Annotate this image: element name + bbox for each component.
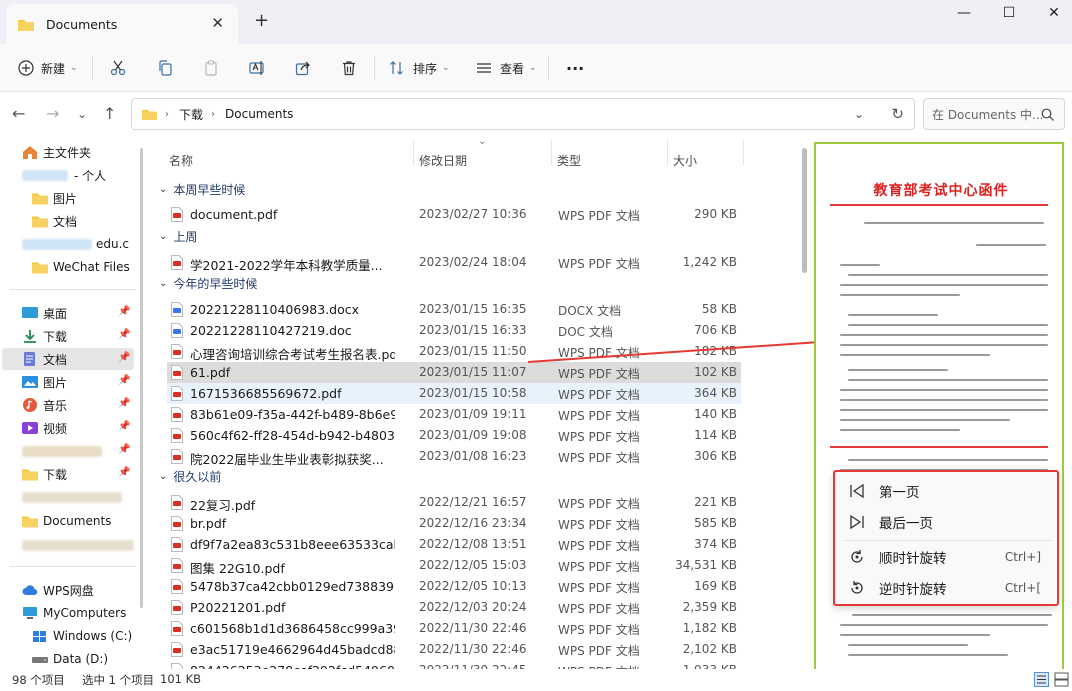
menu-item-rotate-clockwise[interactable]: 顺时针旋转 Ctrl+] bbox=[849, 544, 1049, 570]
preview-text-line bbox=[848, 369, 948, 371]
preview-text-line bbox=[840, 264, 880, 266]
status-bar: 98 个项目 选中 1 个项目 101 KB bbox=[0, 669, 1072, 691]
menu-item-last-page[interactable]: 最后一页 bbox=[849, 509, 1049, 535]
tiles-view-icon[interactable] bbox=[1054, 672, 1069, 687]
preview-text-line bbox=[848, 459, 1048, 461]
preview-text-line bbox=[840, 344, 1048, 346]
preview-text-line bbox=[840, 409, 1048, 411]
shortcut-label: Ctrl+[ bbox=[1004, 581, 1041, 595]
preview-text-line bbox=[976, 244, 1046, 246]
preview-text-line bbox=[840, 419, 1010, 421]
menu-item-label: 逆时针旋转 bbox=[879, 582, 947, 598]
preview-text-line bbox=[840, 624, 1048, 626]
menu-item-label: 最后一页 bbox=[879, 516, 933, 532]
preview-text-line bbox=[840, 334, 1048, 336]
preview-text-line bbox=[840, 634, 990, 636]
shortcut-label: Ctrl+] bbox=[1004, 550, 1041, 564]
rotate-clockwise-icon bbox=[851, 550, 863, 563]
preview-text-line bbox=[840, 399, 1048, 401]
preview-text-line bbox=[840, 429, 960, 431]
preview-text-line bbox=[848, 314, 938, 316]
rotate-counterclockwise-icon bbox=[851, 581, 863, 594]
preview-text-line bbox=[848, 379, 1048, 381]
preview-text-line bbox=[848, 644, 968, 646]
item-count: 98 个项目 bbox=[12, 673, 65, 687]
selected-count: 选中 1 个项目 bbox=[82, 673, 155, 687]
preview-text-line bbox=[848, 324, 1048, 326]
preview-text-line bbox=[840, 389, 1048, 391]
menu-item-label: 顺时针旋转 bbox=[879, 551, 947, 567]
preview-text-line bbox=[852, 614, 1052, 616]
selected-size: 101 KB bbox=[160, 672, 202, 686]
preview-text-line bbox=[840, 354, 990, 356]
menu-separator bbox=[843, 540, 1053, 541]
menu-item-label: 第一页 bbox=[879, 485, 920, 501]
preview-text-line bbox=[848, 654, 1008, 656]
preview-text-line bbox=[840, 294, 960, 296]
details-view-icon[interactable] bbox=[1034, 672, 1049, 687]
preview-text-line bbox=[840, 284, 1048, 286]
menu-item-rotate-counterclockwise[interactable]: 逆时针旋转 Ctrl+[ bbox=[849, 575, 1049, 601]
menu-item-first-page[interactable]: 第一页 bbox=[849, 478, 1049, 504]
context-menu: 第一页 最后一页 顺时针旋转 Ctrl+] 逆时针旋转 Ctrl+[ bbox=[833, 470, 1059, 606]
red-rule bbox=[830, 446, 1048, 448]
first-page-icon bbox=[850, 483, 864, 499]
last-page-icon bbox=[850, 514, 864, 530]
red-rule bbox=[830, 204, 1048, 206]
preview-text-line bbox=[848, 274, 1048, 276]
preview-document-title: 教育部考试中心函件 bbox=[873, 183, 1009, 199]
preview-text-line bbox=[864, 222, 1044, 224]
